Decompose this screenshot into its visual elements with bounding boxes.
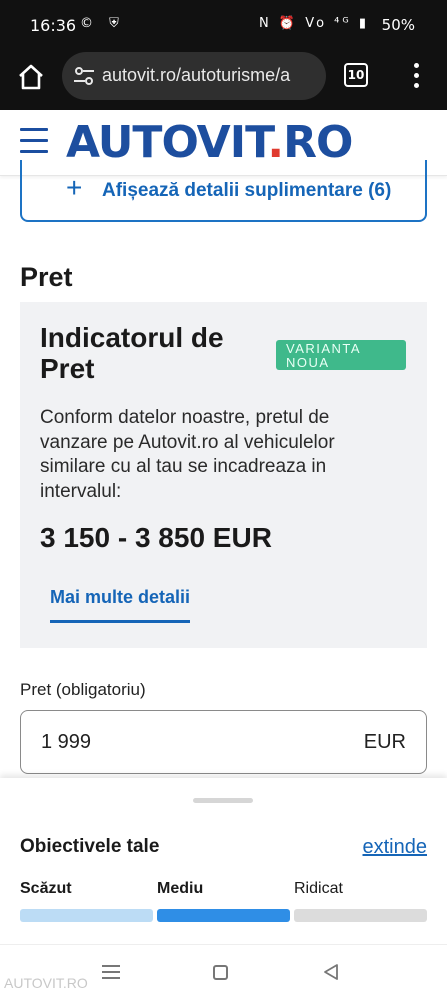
goals-title: Obiectivele tale xyxy=(20,836,160,857)
price-indicator-description: Conform datelor noastre, pretul de vanza… xyxy=(40,407,335,502)
home-icon[interactable] xyxy=(14,60,48,94)
level-mid-label: Mediu xyxy=(157,880,204,897)
hamburger-menu-icon[interactable] xyxy=(20,128,48,154)
more-menu-icon[interactable] xyxy=(408,60,424,90)
sheet-drag-handle[interactable] xyxy=(193,798,253,803)
currency-label: EUR xyxy=(363,731,406,753)
plus-icon: + xyxy=(66,172,83,203)
site-settings-icon[interactable] xyxy=(72,64,96,88)
more-details-link[interactable]: Mai multe detalii xyxy=(50,587,191,623)
price-input-value: 1 999 xyxy=(41,731,92,753)
level-bar-high xyxy=(294,909,427,922)
goals-bottom-sheet: Obiectivele tale extinde Scăzut Mediu Ri… xyxy=(0,778,447,944)
price-section-title: Pret xyxy=(20,262,73,292)
level-low-label: Scăzut xyxy=(20,880,72,897)
new-version-badge: VARIANTA NOUA xyxy=(276,340,406,370)
notification-icons: © ⛨ xyxy=(80,16,125,31)
expand-goals-link[interactable]: extinde xyxy=(363,836,428,859)
url-text: autovit.ro/autoturisme/a xyxy=(102,65,291,85)
price-range: 3 150 - 3 850 EUR xyxy=(40,522,272,553)
price-field-label: Pret (obligatoriu) xyxy=(20,680,146,699)
status-bar: 16:36 © ⛨ N ⏰ Vo ⁴ᴳ ▮ 50% xyxy=(0,0,447,52)
address-bar[interactable]: autovit.ro/autoturisme/a xyxy=(62,52,326,100)
price-indicator-title: Indicatorul de Pret xyxy=(40,322,224,384)
battery-level: 50% xyxy=(381,16,415,34)
home-nav-icon[interactable] xyxy=(213,965,228,980)
browser-toolbar: autovit.ro/autoturisme/a 10 xyxy=(0,52,447,110)
show-more-details-button[interactable]: + Afișează detalii suplimentare (6) xyxy=(20,160,427,222)
level-bar-low xyxy=(20,909,153,922)
watermark: AUTOVIT.RO xyxy=(4,975,88,991)
price-input[interactable]: 1 999 EUR xyxy=(20,710,427,774)
back-icon[interactable] xyxy=(320,962,342,982)
price-indicator-card: Indicatorul de Pret VARIANTA NOUA Confor… xyxy=(20,302,427,648)
show-more-details-label: Afișează detalii suplimentare (6) xyxy=(102,180,392,201)
system-icons: N ⏰ Vo ⁴ᴳ ▮ xyxy=(259,16,369,31)
tab-switcher-button[interactable]: 10 xyxy=(344,63,368,87)
recent-apps-icon[interactable] xyxy=(102,965,120,979)
status-time: 16:36 xyxy=(30,16,77,35)
level-bar-mid xyxy=(157,909,290,922)
level-high-label: Ridicat xyxy=(294,880,343,897)
